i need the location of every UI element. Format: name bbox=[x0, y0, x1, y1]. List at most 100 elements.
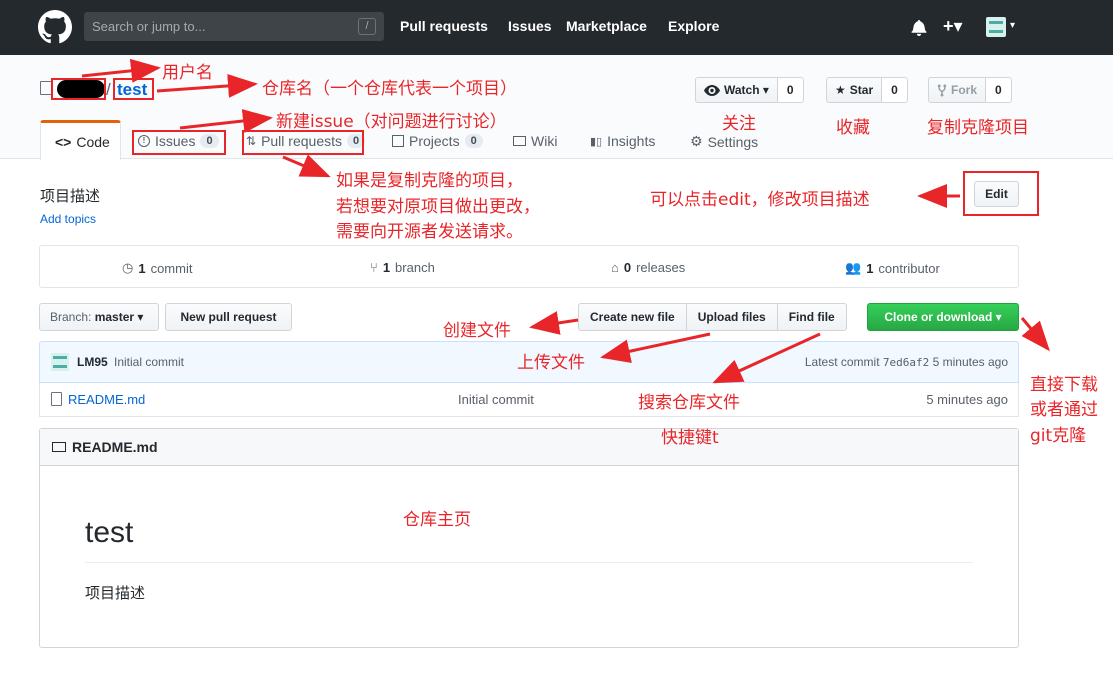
annotation-repo-name: 仓库名（一个仓库代表一个项目） bbox=[262, 79, 517, 99]
tab-wiki-label: Wiki bbox=[531, 133, 558, 149]
fork-button-group: Fork 0 bbox=[928, 77, 1012, 103]
releases-label: releases bbox=[636, 260, 686, 275]
readme-title: test bbox=[85, 516, 134, 549]
annotation-upload: 上传文件 bbox=[517, 353, 585, 373]
new-pull-request-button[interactable]: New pull request bbox=[165, 303, 292, 331]
readme-filename: README.md bbox=[72, 439, 158, 455]
annotation-pr-line2: 若想要对原项目做出更改， bbox=[336, 197, 540, 217]
tab-insights[interactable]: ▮▯ Insights bbox=[590, 133, 655, 149]
star-label: Star bbox=[849, 83, 874, 97]
search-shortcut-key: / bbox=[358, 18, 376, 35]
annotation-box-issues bbox=[132, 130, 226, 155]
fork-count[interactable]: 0 bbox=[986, 77, 1012, 103]
fork-label: Fork bbox=[951, 83, 978, 97]
commit-message[interactable]: Initial commit bbox=[114, 355, 184, 369]
create-new-file-button[interactable]: Create new file bbox=[578, 303, 687, 331]
tab-code-label: Code bbox=[76, 133, 110, 150]
github-logo-icon[interactable] bbox=[38, 10, 72, 44]
search-placeholder: Search or jump to... bbox=[92, 19, 206, 34]
annotation-pr-line1: 如果是复制克隆的项目， bbox=[336, 171, 523, 191]
watch-count[interactable]: 0 bbox=[777, 77, 804, 103]
contributors-link[interactable]: 👥 1 contributor bbox=[845, 260, 940, 276]
file-name-link[interactable]: README.md bbox=[68, 392, 145, 407]
annotation-username: 用户名 bbox=[162, 63, 213, 83]
annotation-box-repo-name bbox=[113, 78, 154, 100]
global-header: Search or jump to... / Pull requests Iss… bbox=[0, 0, 1113, 55]
code-icon: <> bbox=[55, 133, 72, 150]
annotation-homepage: 仓库主页 bbox=[403, 510, 471, 530]
releases-link[interactable]: ⌂ 0 releases bbox=[611, 260, 685, 275]
projects-count-badge: 0 bbox=[464, 134, 483, 148]
nav-explore[interactable]: Explore bbox=[668, 18, 719, 34]
branches-link[interactable]: ⑂ 1 branch bbox=[370, 260, 435, 275]
annotation-box-username bbox=[51, 78, 106, 100]
branch-name: master ▾ bbox=[94, 310, 144, 324]
eye-icon bbox=[704, 84, 720, 96]
commit-sha[interactable]: 7ed6af2 bbox=[883, 356, 929, 369]
annotation-find-file: 搜索仓库文件 bbox=[638, 393, 740, 413]
repo-description: 项目描述 bbox=[40, 188, 101, 205]
bell-icon[interactable] bbox=[911, 19, 927, 36]
people-icon: 👥 bbox=[845, 260, 862, 275]
branches-number: 1 bbox=[382, 260, 391, 275]
commits-link[interactable]: ◷ 1 commit bbox=[122, 260, 192, 276]
git-branch-icon: ⑂ bbox=[370, 260, 378, 275]
file-commit-message[interactable]: Initial commit bbox=[458, 392, 534, 407]
arrow-pull-requests bbox=[282, 154, 331, 178]
annotation-fork: 复制克隆项目 bbox=[927, 118, 1029, 138]
annotation-shortcut: 快捷键t bbox=[661, 428, 719, 448]
book-icon bbox=[52, 442, 66, 452]
arrow-create-file bbox=[529, 311, 579, 335]
nav-marketplace[interactable]: Marketplace bbox=[566, 18, 647, 34]
nav-issues[interactable]: Issues bbox=[508, 18, 552, 34]
commit-author-avatar[interactable] bbox=[51, 353, 69, 371]
readme-header: README.md bbox=[40, 429, 1018, 466]
tag-icon: ⌂ bbox=[611, 260, 619, 275]
contributors-label: contributor bbox=[878, 260, 940, 276]
branch-prefix: Branch: bbox=[50, 310, 92, 324]
upload-files-button[interactable]: Upload files bbox=[685, 303, 778, 331]
releases-number: 0 bbox=[623, 260, 632, 275]
latest-commit-info: Latest commit 7ed6af2 5 minutes ago bbox=[805, 355, 1008, 369]
fork-button[interactable]: Fork bbox=[928, 77, 987, 103]
annotation-new-issue: 新建issue（对问题进行讨论） bbox=[276, 112, 507, 132]
star-icon: ★ bbox=[835, 83, 846, 97]
avatar-chevron-down-icon[interactable]: ▾ bbox=[1010, 20, 1015, 31]
history-icon: ◷ bbox=[122, 260, 134, 275]
tab-settings[interactable]: ⚙ Settings bbox=[690, 133, 758, 150]
search-input[interactable]: Search or jump to... / bbox=[84, 12, 384, 41]
tab-projects[interactable]: Projects 0 bbox=[392, 133, 483, 149]
find-file-button[interactable]: Find file bbox=[776, 303, 847, 331]
star-count[interactable]: 0 bbox=[882, 77, 908, 103]
annotation-create-file: 创建文件 bbox=[443, 321, 511, 341]
commits-label: commit bbox=[150, 260, 193, 276]
watch-button[interactable]: Watch ▾ bbox=[695, 77, 778, 103]
repo-numbers-summary: ◷ 1 commit ⑂ 1 branch ⌂ 0 releases 👥 1 c… bbox=[39, 245, 1019, 288]
branch-select-button[interactable]: Branch: master ▾ bbox=[39, 303, 159, 331]
annotation-clone-line1: 直接下载 bbox=[1030, 375, 1098, 395]
clone-or-download-button[interactable]: Clone or download ▾ bbox=[867, 303, 1019, 331]
star-button[interactable]: ★ Star bbox=[826, 77, 883, 103]
readme-divider bbox=[85, 562, 973, 563]
branches-label: branch bbox=[395, 260, 435, 275]
tab-wiki[interactable]: Wiki bbox=[513, 133, 557, 149]
commit-author[interactable]: LM95 bbox=[77, 355, 108, 369]
annotation-pr-line3: 需要向开源者发送请求。 bbox=[336, 222, 523, 242]
path-separator: / bbox=[106, 80, 111, 99]
tab-code[interactable]: <> Code bbox=[40, 120, 121, 160]
readme-text: 项目描述 bbox=[85, 585, 146, 602]
annotation-clone-line2: 或者通过 bbox=[1030, 400, 1098, 420]
nav-pull-requests[interactable]: Pull requests bbox=[400, 18, 488, 34]
fork-icon bbox=[937, 83, 947, 97]
commits-number: 1 bbox=[138, 260, 146, 276]
graph-icon: ▮▯ bbox=[590, 135, 603, 148]
star-button-group: ★ Star 0 bbox=[826, 77, 908, 103]
create-new-menu[interactable]: +▾ bbox=[943, 16, 963, 37]
watch-button-group: Watch ▾ 0 bbox=[695, 77, 804, 103]
file-action-buttons: Create new file Upload files Find file bbox=[578, 303, 847, 331]
tab-insights-label: Insights bbox=[607, 133, 656, 149]
add-topics-link[interactable]: Add topics bbox=[40, 212, 96, 226]
user-avatar[interactable] bbox=[986, 17, 1006, 37]
table-row[interactable]: README.md Initial commit 5 minutes ago bbox=[39, 383, 1019, 417]
annotation-box-edit bbox=[963, 171, 1039, 216]
